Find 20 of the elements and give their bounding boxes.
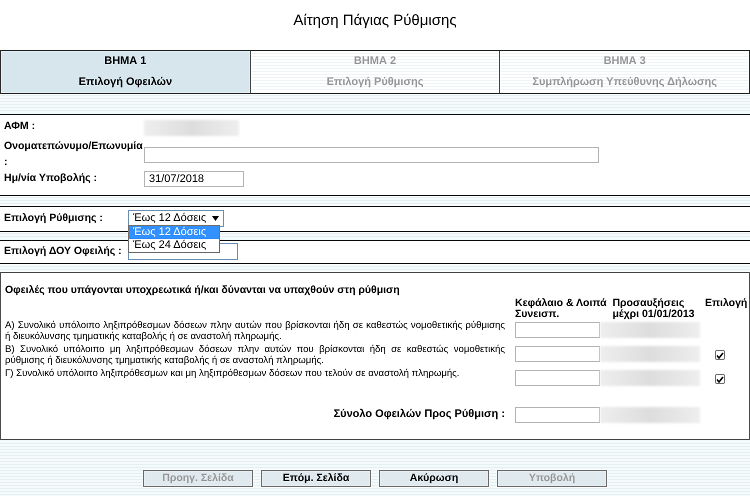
step-number: ΒΗΜΑ 2 [352, 54, 398, 70]
column-header: Κεφάλαιο & Λοιπά Συνεισπ. [515, 298, 608, 320]
column-header: Επιλογή [705, 298, 745, 312]
row-text: Γ) Συνολικό υπόλοιπο ληξιπρόθεσμων και μη ληξιπρόθεσμων δόσεων που τελούν σε αναστολή πληρωμής. [5, 368, 460, 380]
column-header: Προσαυξήσεις μέχρι 01/01/2013 [612, 298, 696, 320]
field-label: ΑΦΜ : [4, 119, 36, 134]
page-title: Αίτηση Πάγιας Ρύθμισης [0, 0, 750, 50]
step-label: Συμπλήρωση Υπεύθυνης Δήλωσης [531, 75, 718, 90]
row-text: Α) Συνολικό υπόλοιπο ληξιπρόθεσμων δόσεων πλην αυτών που βρίσκονται ήδη σε καθεστώς νομοθετικής ρύθμισης ή διευκόλυνσης τμηματικής καταβολής ή σε αναστολή πληρωμής. [5, 320, 505, 342]
field-label: Επιλογή Ρύθμισης : [4, 210, 104, 226]
field-label: Ημ/νία Υποβολής : [4, 170, 98, 186]
row-text: Β) Συνολικό υπόλοιπο μη ληξιπρόθεσμων δόσεων πλην αυτών που βρίσκονται ήδη σε καθεστώς νομοθετικής ρύθμισης ή διευκόλυνσης τμηματικής καταβολής ή σε αναστολή πληρωμής. [5, 344, 505, 366]
field-label: Ονοματεπώνυμο/Επωνυμία : [4, 139, 144, 170]
step-number: ΒΗΜΑ 3 [602, 54, 647, 70]
total-label: Σύνολο Οφειλών Προς Ρύθμιση : [332, 407, 505, 422]
step-label: Επιλογή Οφειλών [78, 75, 174, 90]
step-label: Επιλογή Ρύθμισης [326, 75, 424, 90]
step-number: ΒΗΜΑ 1 [103, 54, 148, 70]
section-heading: Οφειλές που υπάγονται υποχρεωτικά ή/και δύνανται να υπαχθούν στη ρύθμιση [5, 282, 401, 298]
field-label: Επιλογή ΔΟΥ Οφειλής : [4, 244, 123, 259]
